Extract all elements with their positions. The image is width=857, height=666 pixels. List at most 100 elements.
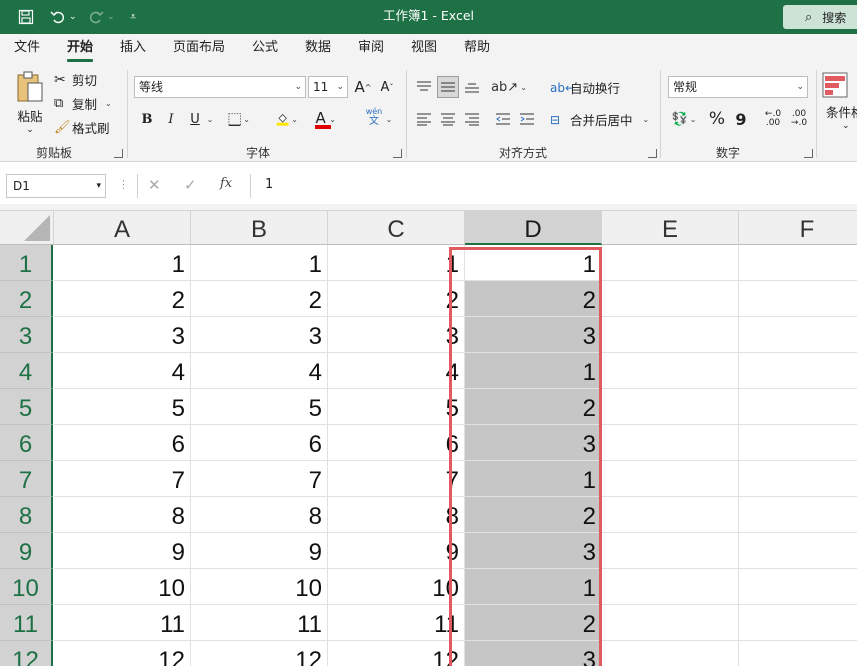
cell-d8[interactable]: 2 (465, 497, 602, 533)
search-input[interactable]: ⌕ 搜索 (783, 5, 857, 29)
cell-a12[interactable]: 12 (54, 641, 191, 666)
cell-f8[interactable] (739, 497, 857, 533)
fill-color-button[interactable]: ⌄ (276, 108, 298, 130)
comma-style-button[interactable]: 9 (730, 108, 752, 130)
row-header[interactable]: 2 (0, 281, 53, 317)
cell-b6[interactable]: 6 (191, 425, 328, 461)
cell-a4[interactable]: 4 (54, 353, 191, 389)
cell-a1[interactable]: 1 (54, 245, 191, 281)
cell-e1[interactable] (602, 245, 739, 281)
cell-e3[interactable] (602, 317, 739, 353)
cell-f2[interactable] (739, 281, 857, 317)
cell-e5[interactable] (602, 389, 739, 425)
cell-b7[interactable]: 7 (191, 461, 328, 497)
tab-review[interactable]: 审阅 (358, 34, 384, 64)
wrap-text-button[interactable]: ab↵ 自动换行 (550, 78, 620, 97)
tab-file[interactable]: 文件 (14, 34, 40, 64)
clipboard-launcher-icon[interactable] (114, 149, 123, 158)
cell-e10[interactable] (602, 569, 739, 605)
cell-c7[interactable]: 7 (328, 461, 465, 497)
cell-c10[interactable]: 10 (328, 569, 465, 605)
cell-c11[interactable]: 11 (328, 605, 465, 641)
cell-f1[interactable] (739, 245, 857, 281)
cell-e2[interactable] (602, 281, 739, 317)
tab-help[interactable]: 帮助 (464, 34, 490, 64)
cell-d4[interactable]: 1 (465, 353, 602, 389)
align-left-button[interactable] (413, 108, 435, 130)
cell-d2[interactable]: 2 (465, 281, 602, 317)
cell-e9[interactable] (602, 533, 739, 569)
tab-data[interactable]: 数据 (305, 34, 331, 64)
cut-button[interactable]: ✂ 剪切 (54, 70, 97, 89)
cell-c2[interactable]: 2 (328, 281, 465, 317)
conditional-formatting-button[interactable]: 条件格 ⌄ (822, 72, 857, 131)
row-header[interactable]: 9 (0, 533, 53, 569)
align-right-button[interactable] (461, 108, 483, 130)
cell-c12[interactable]: 12 (328, 641, 465, 666)
decrease-indent-button[interactable] (492, 108, 514, 130)
decrease-decimal-button[interactable]: .00 →.0 (786, 108, 812, 130)
cell-d6[interactable]: 3 (465, 425, 602, 461)
cell-c4[interactable]: 4 (328, 353, 465, 389)
increase-decimal-button[interactable]: ←.0 .00 (760, 108, 786, 130)
cell-a8[interactable]: 8 (54, 497, 191, 533)
align-bottom-button[interactable] (461, 76, 483, 98)
worksheet-grid[interactable]: ABCDEF 111112222233333444415555266663777… (0, 211, 857, 666)
cell-c1[interactable]: 1 (328, 245, 465, 281)
select-all-button[interactable] (0, 211, 54, 245)
align-center-button[interactable] (437, 108, 459, 130)
row-header[interactable]: 1 (0, 245, 53, 281)
align-top-button[interactable] (413, 76, 435, 98)
font-launcher-icon[interactable] (393, 149, 402, 158)
cell-b12[interactable]: 12 (191, 641, 328, 666)
tab-view[interactable]: 视图 (411, 34, 437, 64)
cell-e11[interactable] (602, 605, 739, 641)
cell-a10[interactable]: 10 (54, 569, 191, 605)
cell-c3[interactable]: 3 (328, 317, 465, 353)
row-header[interactable]: 4 (0, 353, 53, 389)
cell-b5[interactable]: 5 (191, 389, 328, 425)
cell-b1[interactable]: 1 (191, 245, 328, 281)
row-header[interactable]: 10 (0, 569, 53, 605)
row-header[interactable]: 11 (0, 605, 53, 641)
underline-dropdown[interactable]: ⌄ (202, 108, 216, 130)
cell-b10[interactable]: 10 (191, 569, 328, 605)
font-size-select[interactable]: 11 ⌄ (308, 76, 348, 98)
cell-a5[interactable]: 5 (54, 389, 191, 425)
cell-d9[interactable]: 3 (465, 533, 602, 569)
cell-b2[interactable]: 2 (191, 281, 328, 317)
tab-insert[interactable]: 插入 (120, 34, 146, 64)
increase-font-size-button[interactable]: A ^ (352, 76, 374, 98)
cell-c9[interactable]: 9 (328, 533, 465, 569)
column-header-c[interactable]: C (328, 211, 465, 245)
percent-style-button[interactable]: % (706, 108, 728, 130)
column-header-b[interactable]: B (191, 211, 328, 245)
formula-input[interactable]: 1 (250, 174, 857, 198)
increase-indent-button[interactable] (516, 108, 538, 130)
row-header[interactable]: 3 (0, 317, 53, 353)
cell-b8[interactable]: 8 (191, 497, 328, 533)
cell-a11[interactable]: 11 (54, 605, 191, 641)
cell-f12[interactable] (739, 641, 857, 666)
cancel-icon[interactable]: ✕ (148, 176, 161, 194)
tab-page-layout[interactable]: 页面布局 (173, 34, 225, 64)
font-name-select[interactable]: 等线 ⌄ (134, 76, 306, 98)
font-color-button[interactable]: A ⌄ (314, 108, 336, 130)
cell-c6[interactable]: 6 (328, 425, 465, 461)
accounting-format-button[interactable]: 💱 ⌄ (668, 108, 700, 130)
cell-f7[interactable] (739, 461, 857, 497)
bold-button[interactable]: B (136, 108, 158, 130)
cell-f5[interactable] (739, 389, 857, 425)
cell-f10[interactable] (739, 569, 857, 605)
cell-f3[interactable] (739, 317, 857, 353)
cell-d10[interactable]: 1 (465, 569, 602, 605)
cell-d12[interactable]: 3 (465, 641, 602, 666)
cell-e6[interactable] (602, 425, 739, 461)
cell-a6[interactable]: 6 (54, 425, 191, 461)
column-header-f[interactable]: F (739, 211, 857, 245)
row-header[interactable]: 6 (0, 425, 53, 461)
format-painter-button[interactable]: 🖌 格式刷 (54, 118, 110, 137)
row-header[interactable]: 12 (0, 641, 53, 666)
cell-d7[interactable]: 1 (465, 461, 602, 497)
copy-button[interactable]: ⧉ 复制 ⌄ (54, 94, 112, 113)
